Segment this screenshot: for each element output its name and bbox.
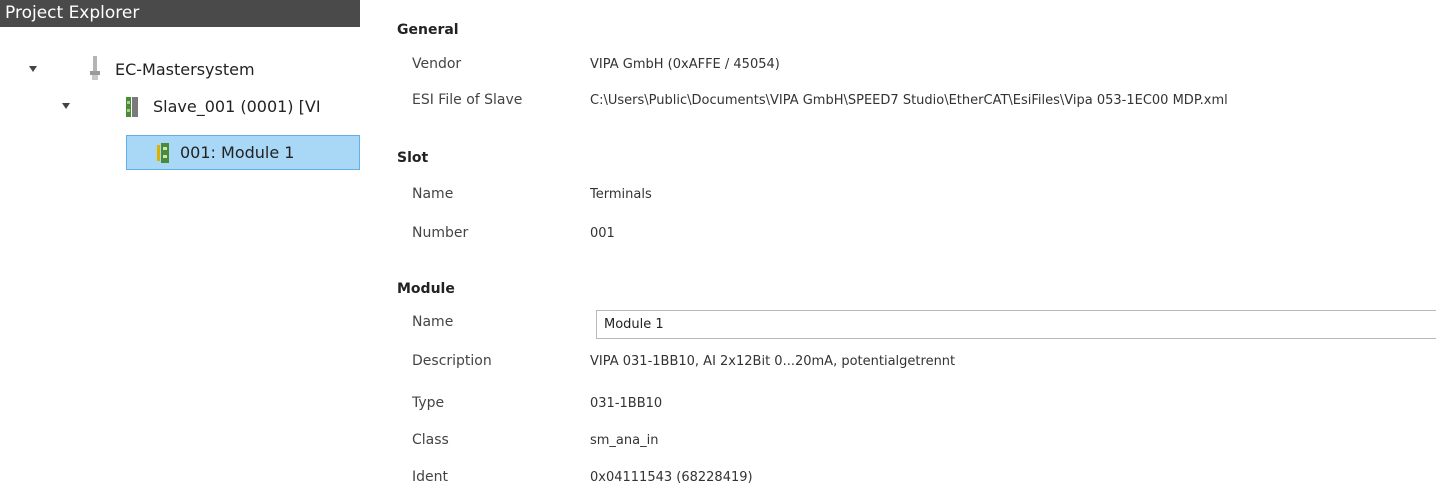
module-icon	[157, 143, 169, 163]
vendor-label: Vendor	[412, 56, 462, 72]
project-explorer: Project Explorer EC-Mastersystem Slave_0…	[0, 0, 360, 171]
slot-name-label: Name	[412, 186, 454, 202]
tree-item-module-1[interactable]: 001: Module 1	[126, 135, 360, 170]
expand-chevron-icon[interactable]	[29, 66, 37, 72]
section-title-slot: Slot	[397, 150, 429, 166]
description-label: Description	[412, 353, 492, 369]
tree-item-label: 001: Module 1	[180, 143, 295, 162]
ethercat-master-icon	[90, 56, 100, 80]
type-label: Type	[412, 395, 445, 411]
description-value: VIPA 031-1BB10, AI 2x12Bit 0...20mA, pot…	[590, 354, 956, 369]
slot-number-value: 001	[590, 226, 615, 241]
class-value: sm_ana_in	[590, 433, 659, 448]
module-name-label: Name	[412, 314, 454, 330]
section-title-module: Module	[397, 281, 455, 297]
section-title-general: General	[397, 22, 459, 38]
ident-label: Ident	[412, 469, 448, 485]
module-name-input[interactable]	[596, 310, 1436, 339]
properties-panel: General Vendor VIPA GmbH (0xAFFE / 45054…	[360, 0, 1436, 489]
type-value: 031-1BB10	[590, 396, 663, 411]
slave-device-icon	[126, 97, 138, 117]
tree-item-label: Slave_001 (0001) [VI	[153, 97, 321, 116]
vendor-value: VIPA GmbH (0xAFFE / 45054)	[590, 57, 780, 72]
expand-chevron-icon[interactable]	[62, 103, 70, 109]
class-label: Class	[412, 432, 449, 448]
tree-item-slave-001[interactable]: Slave_001 (0001) [VI	[0, 89, 360, 125]
tree-item-ec-mastersystem[interactable]: EC-Mastersystem	[0, 52, 360, 88]
slot-name-value: Terminals	[590, 187, 652, 202]
slot-number-label: Number	[412, 225, 469, 241]
esi-file-label: ESI File of Slave	[412, 92, 523, 108]
ident-value: 0x04111543 (68228419)	[590, 470, 753, 485]
tree-item-label: EC-Mastersystem	[115, 60, 255, 79]
project-explorer-title: Project Explorer	[0, 0, 360, 27]
esi-file-value: C:\Users\Public\Documents\VIPA GmbH\SPEE…	[590, 93, 1228, 108]
